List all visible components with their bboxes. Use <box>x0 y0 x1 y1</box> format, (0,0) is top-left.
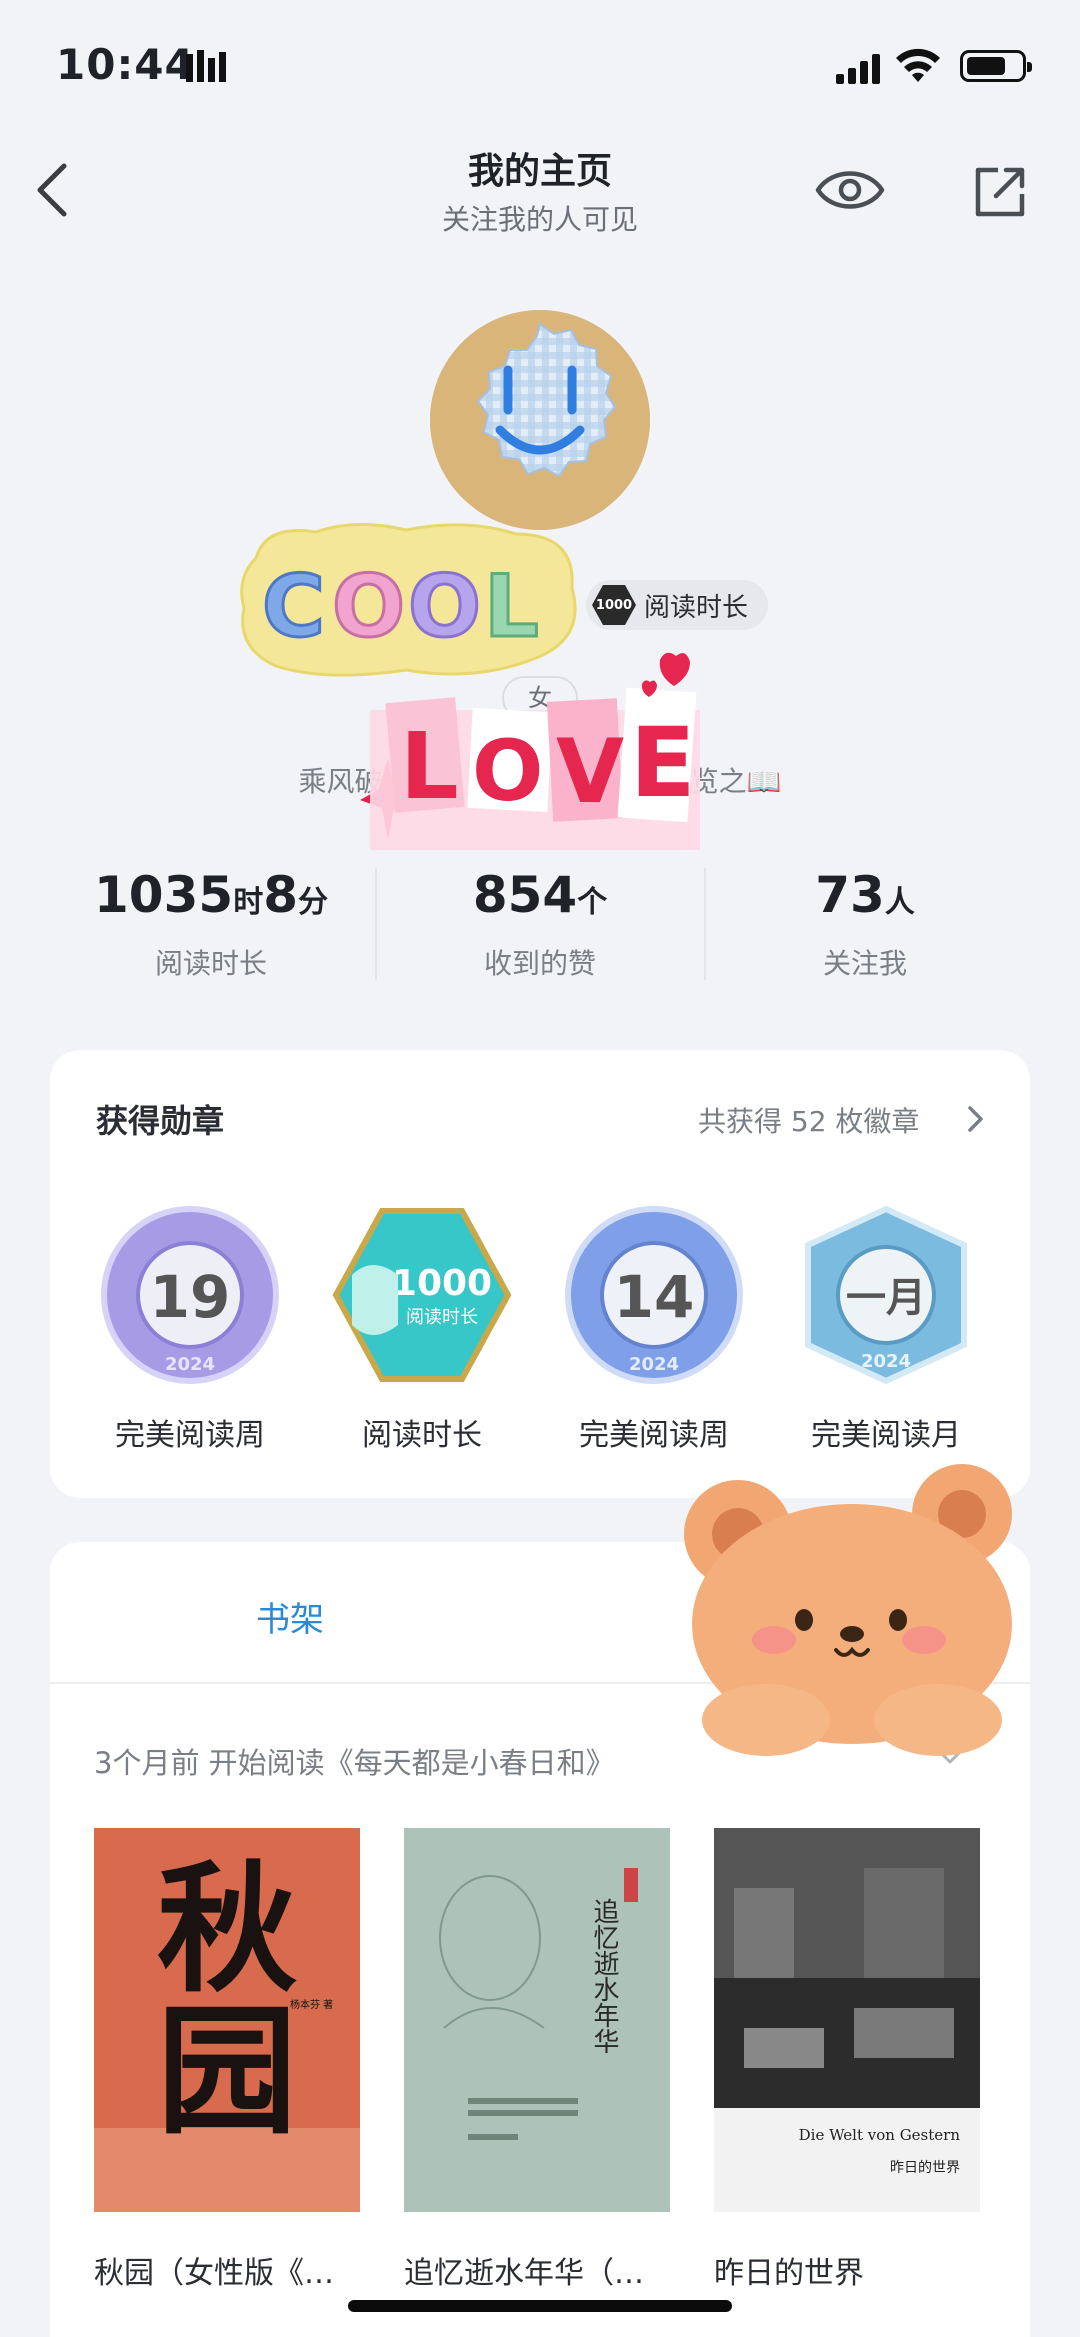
eye-icon[interactable] <box>814 162 886 218</box>
svg-text:追忆逝水年华: 追忆逝水年华 <box>589 1898 619 2054</box>
page-subtitle: 关注我的人可见 <box>441 203 638 236</box>
svg-text:秋: 秋 <box>157 1848 297 2012</box>
svg-text:2024: 2024 <box>165 1354 215 1375</box>
recent-reading-text[interactable]: 3个月前 开始阅读《每天都是小春日和》 <box>94 1740 615 1782</box>
svg-text:昨日的世界: 昨日的世界 <box>890 2160 960 2176</box>
svg-text:E: E <box>630 707 696 819</box>
avatar[interactable] <box>430 310 650 530</box>
battery-icon <box>960 50 1032 82</box>
medal-perfect-week-19[interactable]: 19 2024 <box>100 1205 280 1385</box>
book-cover-qiuyuan[interactable]: 秋 园 杨本芬 著 <box>94 1828 360 2212</box>
book-title[interactable]: 昨日的世界 <box>714 2248 980 2292</box>
svg-text:O: O <box>472 722 543 820</box>
reading-mode-icon <box>186 50 226 82</box>
svg-text:C: C <box>262 557 325 657</box>
svg-text:L: L <box>400 713 459 820</box>
medal-label: 阅读时长 <box>362 1418 482 1453</box>
book-title[interactable]: 追忆逝水年华（… <box>404 2248 670 2292</box>
bear-sticker <box>684 1464 1012 1756</box>
medal-reading-1000[interactable]: 1000 阅读时长 <box>332 1205 512 1385</box>
svg-text:V: V <box>556 720 624 823</box>
tab-shelf[interactable]: 书架 <box>256 1592 324 1641</box>
svg-text:阅读时长: 阅读时长 <box>406 1307 478 1328</box>
svg-text:14: 14 <box>614 1263 695 1331</box>
stat-followers[interactable]: 73人 关注我 <box>700 866 1030 982</box>
svg-text:2024: 2024 <box>629 1354 679 1375</box>
svg-text:19: 19 <box>150 1263 231 1331</box>
badge-hex-icon: 1000 <box>592 585 636 625</box>
medals-title: 获得勋章 <box>96 1102 225 1140</box>
wifi-icon <box>896 48 940 82</box>
medal-perfect-month-jan[interactable]: 一月 2024 <box>796 1205 976 1385</box>
stat-label: 收到的赞 <box>483 947 596 980</box>
stat-label: 阅读时长 <box>154 947 267 980</box>
svg-text:杨本芬 著: 杨本芬 著 <box>290 1998 333 2011</box>
badge-label: 阅读时长 <box>644 592 749 623</box>
reading-time-badge[interactable]: 1000 阅读时长 <box>586 580 769 630</box>
svg-text:一月: 一月 <box>846 1275 926 1321</box>
book-cover-zhuiyi[interactable]: 追忆逝水年华 <box>404 1828 670 2212</box>
medal-perfect-week-14[interactable]: 14 2024 <box>564 1205 744 1385</box>
book-title[interactable]: 秋园（女性版《… <box>94 2248 360 2292</box>
stat-label: 关注我 <box>822 947 907 980</box>
book-cover-zuori[interactable]: Die Welt von Gestern 昨日的世界 <box>714 1828 980 2212</box>
svg-text:2024: 2024 <box>861 1351 911 1372</box>
status-time: 10:44 <box>56 40 195 89</box>
svg-text:园: 园 <box>157 1990 297 2154</box>
page-title: 我的主页 <box>467 151 612 192</box>
medals-total-link[interactable]: 共获得 52 枚徽章 <box>698 1100 919 1140</box>
medal-label: 完美阅读周 <box>115 1418 265 1453</box>
share-icon[interactable] <box>972 164 1028 220</box>
stat-reading-time[interactable]: 1035时8分 阅读时长 <box>46 866 376 982</box>
stat-likes[interactable]: 854个 收到的赞 <box>375 866 705 982</box>
chevron-right-icon[interactable] <box>966 1104 986 1134</box>
svg-text:1000: 1000 <box>392 1263 492 1304</box>
svg-text:Die Welt von Gestern: Die Welt von Gestern <box>799 2126 961 2144</box>
home-indicator[interactable] <box>348 2300 732 2312</box>
signal-icon <box>836 52 882 84</box>
love-sticker: L O V E <box>360 652 700 850</box>
